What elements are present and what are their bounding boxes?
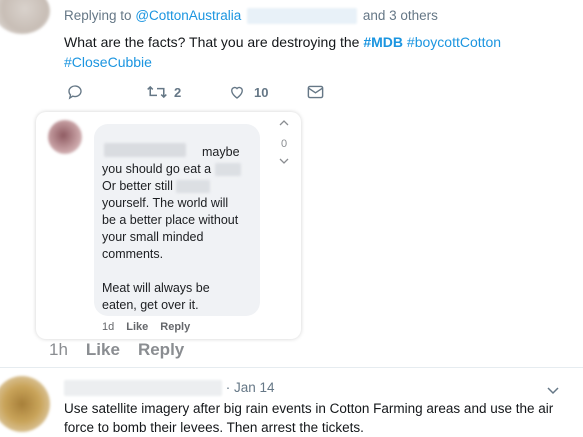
comment-line: yourself. The world will xyxy=(102,196,229,210)
comment-line: eaten, get over it. xyxy=(102,298,199,312)
tweet-text: Use satellite imagery after big rain eve… xyxy=(64,401,554,435)
commenter-avatar[interactable] xyxy=(48,120,82,154)
avatar[interactable] xyxy=(0,0,50,34)
comment-line: maybe xyxy=(202,145,240,159)
post-reply-link[interactable]: Reply xyxy=(138,340,184,360)
vote-control: 0 xyxy=(276,118,292,168)
comment-line: be a better place without xyxy=(102,213,239,227)
comment-text: maybe you should go eat a Or better stil… xyxy=(102,144,258,314)
comment-time: 1d xyxy=(102,321,115,333)
redacted-word xyxy=(176,180,211,194)
comment-actions: 1d Like Reply xyxy=(102,321,190,333)
comment-like-link[interactable]: Like xyxy=(126,321,148,333)
comment-line: Meat will always be xyxy=(102,281,210,295)
more-options-chevron[interactable] xyxy=(546,382,560,400)
hashtag-closecubbie[interactable]: #CloseCubbie xyxy=(64,54,152,70)
and-others-link[interactable]: and 3 others xyxy=(363,8,438,23)
tweet-text-body: What are the facts? That you are destroy… xyxy=(64,34,360,50)
hashtag-boycottcotton[interactable]: #boycottCotton xyxy=(407,34,501,50)
replying-to-line: Replying to @CottonAustralia and 3 other… xyxy=(64,8,438,25)
comment-line: your small minded xyxy=(102,230,204,244)
comment-reply-link[interactable]: Reply xyxy=(160,321,190,333)
divider xyxy=(0,367,583,368)
comment-line-text: you should go eat a xyxy=(102,162,212,176)
envelope-icon xyxy=(307,85,324,99)
tweet-date[interactable]: · Jan 14 xyxy=(226,380,275,395)
replying-prefix: Replying to xyxy=(64,8,132,23)
retweet-count: 2 xyxy=(174,84,182,100)
retweet-action[interactable]: 2 xyxy=(146,83,181,101)
comment-line-text: Or better still xyxy=(102,179,173,193)
replying-handle-link[interactable]: @CottonAustralia xyxy=(135,8,241,23)
comment-line: Or better still xyxy=(102,178,258,195)
tweet-text: What are the facts? That you are destroy… xyxy=(64,32,564,72)
heart-icon xyxy=(231,86,243,99)
upvote-chevron-icon[interactable] xyxy=(279,119,289,127)
comment-line: you should go eat a xyxy=(102,161,258,178)
downvote-chevron-icon[interactable] xyxy=(279,157,289,165)
tweet-header: · Jan 14 xyxy=(64,380,275,397)
chevron-down-icon xyxy=(547,387,559,395)
hashtag-mdb[interactable]: #MDB xyxy=(363,34,403,50)
vote-count: 0 xyxy=(280,138,288,150)
retweet-icon xyxy=(147,85,167,99)
post-like-link[interactable]: Like xyxy=(86,340,120,360)
post-time: 1h xyxy=(49,340,68,359)
comment-line: comments. xyxy=(102,247,164,261)
post-actions: 1h Like Reply xyxy=(49,340,184,360)
avatar[interactable] xyxy=(0,376,50,432)
redacted-username xyxy=(64,380,222,397)
redacted-handle xyxy=(247,8,358,25)
like-count: 10 xyxy=(254,84,269,100)
redacted-word xyxy=(214,163,241,177)
direct-message-action[interactable] xyxy=(306,83,325,101)
reply-action[interactable] xyxy=(66,83,84,101)
like-action[interactable]: 10 xyxy=(228,83,268,101)
reply-icon xyxy=(68,85,82,100)
